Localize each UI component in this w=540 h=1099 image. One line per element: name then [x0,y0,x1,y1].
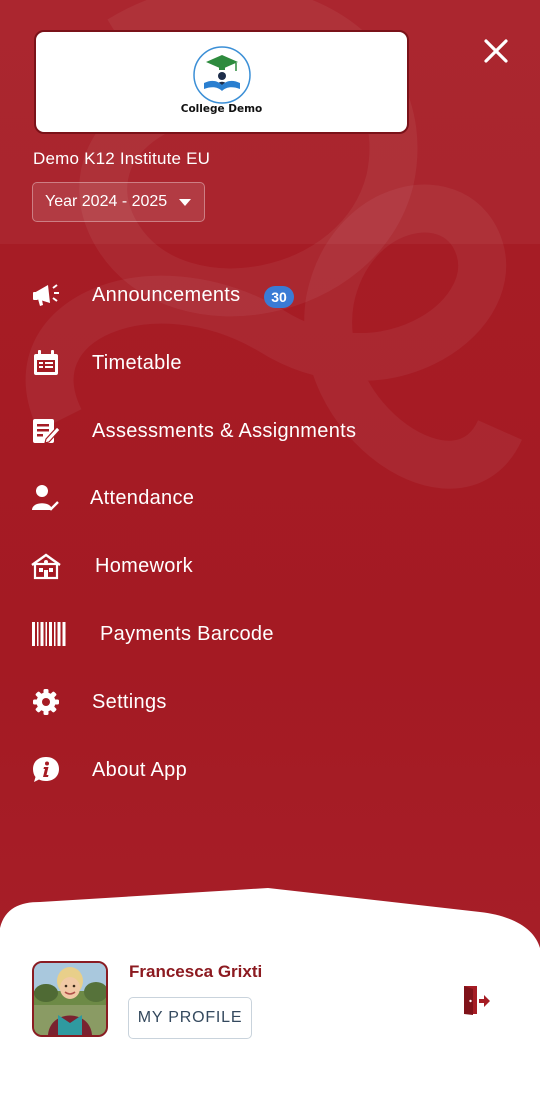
menu-item-label: Timetable [92,352,182,374]
menu-item-label: Homework [95,555,193,577]
megaphone-icon [30,280,62,310]
profile-photo [34,963,106,1035]
college-logo-text: College Demo [180,103,263,115]
institute-name: Demo K12 Institute EU [33,149,211,168]
chevron-down-icon [179,199,191,206]
menu-item-label: About App [92,759,188,781]
navigation-drawer: College Demo Demo K12 Institute EU Year … [0,0,540,1099]
person-check-icon [30,483,62,513]
menu-item-homework[interactable]: Homework [0,535,540,595]
school-building-icon [30,551,62,581]
year-selector-value: Year 2024 - 2025 [45,193,168,210]
announcements-count-badge: 30 [264,286,294,308]
college-logo-icon [192,46,251,104]
menu-item-label: Payments Barcode [100,623,274,645]
close-icon [484,39,508,63]
close-drawer-button[interactable] [478,33,514,69]
menu-item-label: Attendance [90,487,195,509]
menu-item-label: Announcements [92,284,241,306]
calendar-icon [30,348,62,378]
logout-button[interactable] [458,982,494,1018]
logout-door-icon [464,986,490,1015]
menu-item-label: Settings [92,691,167,713]
college-logo-card: College Demo [34,30,409,134]
gear-icon [30,687,62,717]
menu-item-assessments[interactable]: Assessments & Assignments [0,400,540,460]
my-profile-button[interactable]: MY PROFILE [128,997,252,1039]
menu-item-payments-barcode[interactable]: Payments Barcode [0,603,540,663]
info-bubble-icon [30,755,62,785]
edit-document-icon [30,416,62,446]
barcode-icon [30,619,68,649]
avatar[interactable] [32,961,108,1037]
menu-item-label: Assessments & Assignments [92,420,357,442]
user-name: Francesca Grixti [129,962,263,981]
menu-item-settings[interactable]: Settings [0,671,540,731]
menu-item-announcements[interactable]: Announcements 30 [0,264,540,324]
menu-item-about-app[interactable]: About App [0,739,540,799]
year-selector-dropdown[interactable]: Year 2024 - 2025 [32,182,205,222]
menu-item-attendance[interactable]: Attendance [0,467,540,527]
menu-item-timetable[interactable]: Timetable [0,332,540,392]
